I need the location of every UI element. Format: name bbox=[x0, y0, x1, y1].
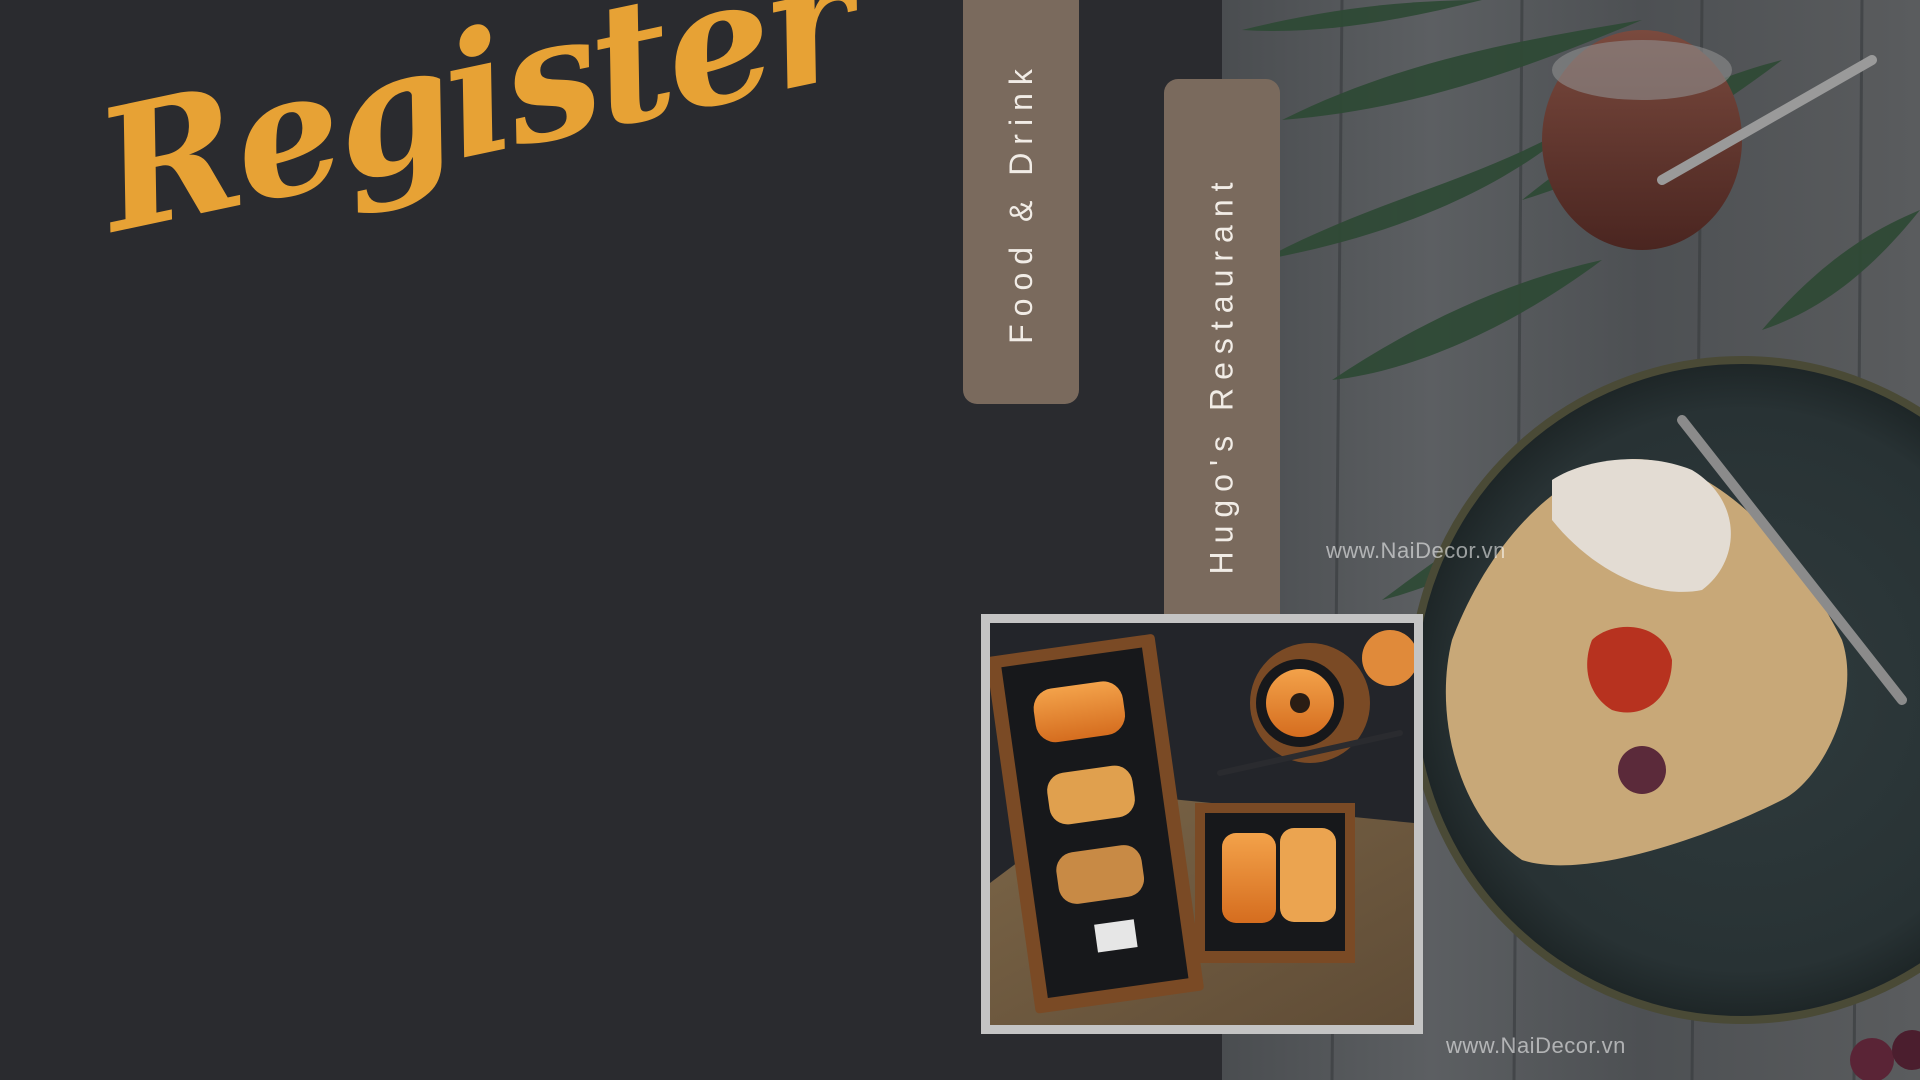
tag-food-drink: Food & Drink bbox=[963, 0, 1079, 404]
tag-label: Food & Drink bbox=[1002, 60, 1039, 344]
tag-restaurant-name: Hugo's Restaurant bbox=[1164, 79, 1280, 669]
page-title: Register bbox=[81, 0, 870, 271]
bakery-pastries-photo bbox=[981, 614, 1423, 1034]
watermark-text: www.NaiDecor.vn bbox=[1446, 1033, 1626, 1058]
slide-canvas: www.NaiDecor.vn www.NaiDecor.vn Register… bbox=[0, 0, 1920, 1080]
watermark-text: www.NaiDecor.vn bbox=[1326, 538, 1506, 563]
tag-label: Hugo's Restaurant bbox=[1203, 173, 1240, 575]
